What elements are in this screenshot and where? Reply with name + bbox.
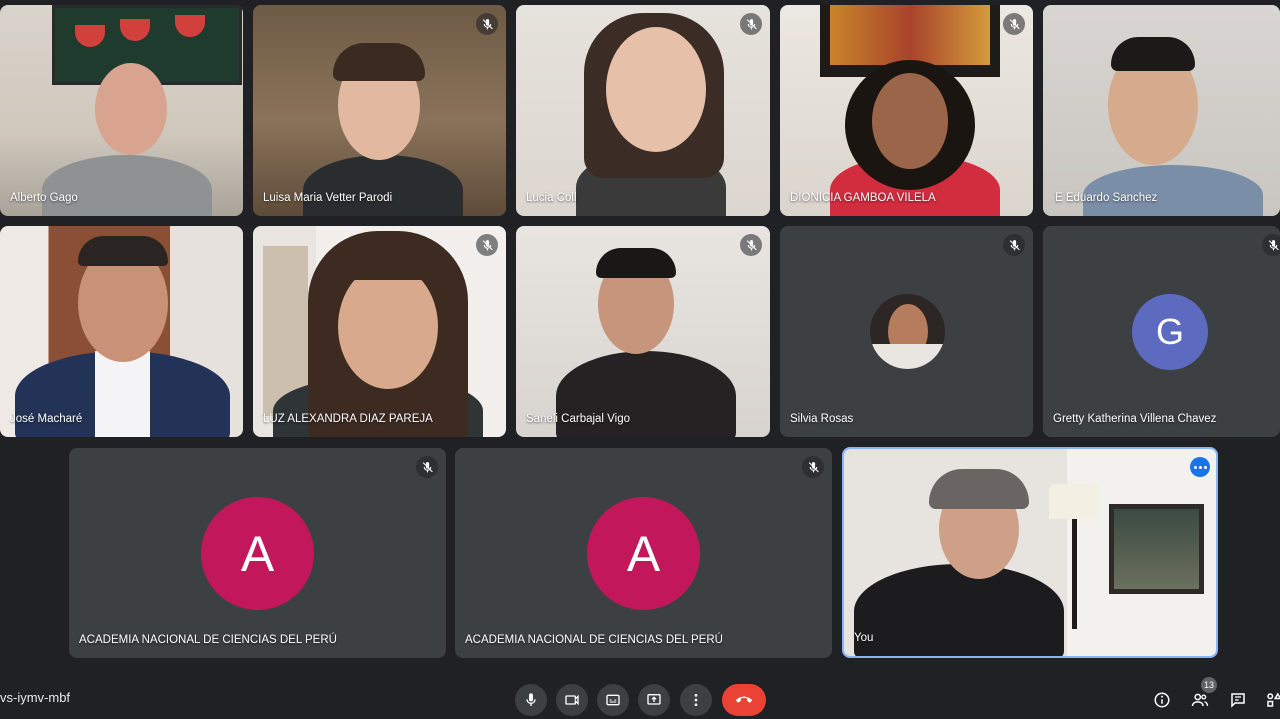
more-options-icon: [694, 694, 698, 706]
chat-button[interactable]: [1226, 688, 1250, 712]
profile-photo-avatar: [870, 294, 945, 369]
participant-tile[interactable]: Saneli Carbajal Vigo: [516, 226, 770, 437]
participant-tile[interactable]: G Gretty Katherina Villena Chavez: [1043, 226, 1280, 437]
participant-name: You: [854, 632, 874, 644]
muted-mic-icon: [1003, 13, 1025, 35]
self-view-tile[interactable]: You: [842, 447, 1218, 658]
participant-name: DIONICIA GAMBOA VILELA: [790, 192, 936, 204]
participant-tile[interactable]: A ACADEMIA NACIONAL DE CIENCIAS DEL PERÚ: [69, 448, 446, 658]
participant-tile[interactable]: José Macharé: [0, 226, 243, 437]
participant-tile[interactable]: E Eduardo Sanchez: [1043, 5, 1280, 216]
muted-mic-icon: [476, 234, 498, 256]
participant-name: Gretty Katherina Villena Chavez: [1053, 413, 1217, 425]
video-feed: [0, 226, 243, 437]
people-icon: [1191, 693, 1209, 707]
initial-avatar: A: [587, 497, 700, 610]
participant-name: Alberto Gago: [10, 192, 78, 204]
participant-tile[interactable]: LUZ ALEXANDRA DIAZ PAREJA: [253, 226, 506, 437]
muted-mic-icon: [740, 234, 762, 256]
video-feed: [516, 226, 770, 437]
captions-icon: [606, 694, 620, 706]
chat-icon: [1231, 693, 1245, 708]
video-feed: [516, 5, 770, 216]
participant-tile[interactable]: Lucia Coll: [516, 5, 770, 216]
participant-tile[interactable]: Silvia Rosas: [780, 226, 1033, 437]
muted-mic-icon: [1003, 234, 1025, 256]
participant-tile[interactable]: Luisa Maria Vetter Parodi: [253, 5, 506, 216]
participant-name: LUZ ALEXANDRA DIAZ PAREJA: [263, 413, 433, 425]
muted-mic-icon: [1262, 234, 1280, 256]
participant-name: Silvia Rosas: [790, 413, 854, 425]
participant-name: Luisa Maria Vetter Parodi: [263, 192, 393, 204]
participant-tile[interactable]: A ACADEMIA NACIONAL DE CIENCIAS DEL PERÚ: [455, 448, 832, 658]
end-call-button[interactable]: [722, 684, 766, 716]
info-icon: [1154, 692, 1170, 708]
meeting-code: vs-iymv-mbf: [0, 690, 71, 705]
microphone-icon: [526, 693, 536, 706]
participant-name: Saneli Carbajal Vigo: [526, 413, 630, 425]
participant-count-badge: 13: [1201, 677, 1218, 693]
more-options-icon[interactable]: [1190, 457, 1210, 477]
participant-name: José Macharé: [10, 413, 83, 425]
muted-mic-icon: [416, 456, 438, 478]
camera-icon: [565, 694, 579, 706]
activities-button[interactable]: [1262, 688, 1280, 712]
video-feed: [253, 226, 506, 437]
participant-name: E Eduardo Sanchez: [1055, 192, 1158, 204]
present-screen-icon: [647, 694, 661, 705]
activities-icon: [1267, 692, 1280, 707]
microphone-button[interactable]: [515, 684, 547, 716]
muted-mic-icon: [476, 13, 498, 35]
participant-name: ACADEMIA NACIONAL DE CIENCIAS DEL PERÚ: [465, 634, 723, 646]
video-feed: [1043, 5, 1280, 216]
participant-tile[interactable]: DIONICIA GAMBOA VILELA: [780, 5, 1033, 216]
muted-mic-icon: [740, 13, 762, 35]
initial-avatar: A: [201, 497, 314, 610]
video-feed: [0, 5, 243, 216]
participant-name: Lucia Coll: [526, 192, 577, 204]
end-call-icon: [736, 696, 752, 703]
muted-mic-icon: [802, 456, 824, 478]
present-screen-button[interactable]: [638, 684, 670, 716]
captions-button[interactable]: [597, 684, 629, 716]
participant-tile[interactable]: Alberto Gago: [0, 5, 243, 216]
camera-button[interactable]: [556, 684, 588, 716]
video-feed: [253, 5, 506, 216]
more-options-button[interactable]: [680, 684, 712, 716]
meeting-info-button[interactable]: [1150, 688, 1174, 712]
participant-name: ACADEMIA NACIONAL DE CIENCIAS DEL PERÚ: [79, 634, 337, 646]
initial-avatar: G: [1132, 294, 1208, 370]
video-feed: [780, 5, 1033, 216]
video-feed: [844, 449, 1216, 656]
